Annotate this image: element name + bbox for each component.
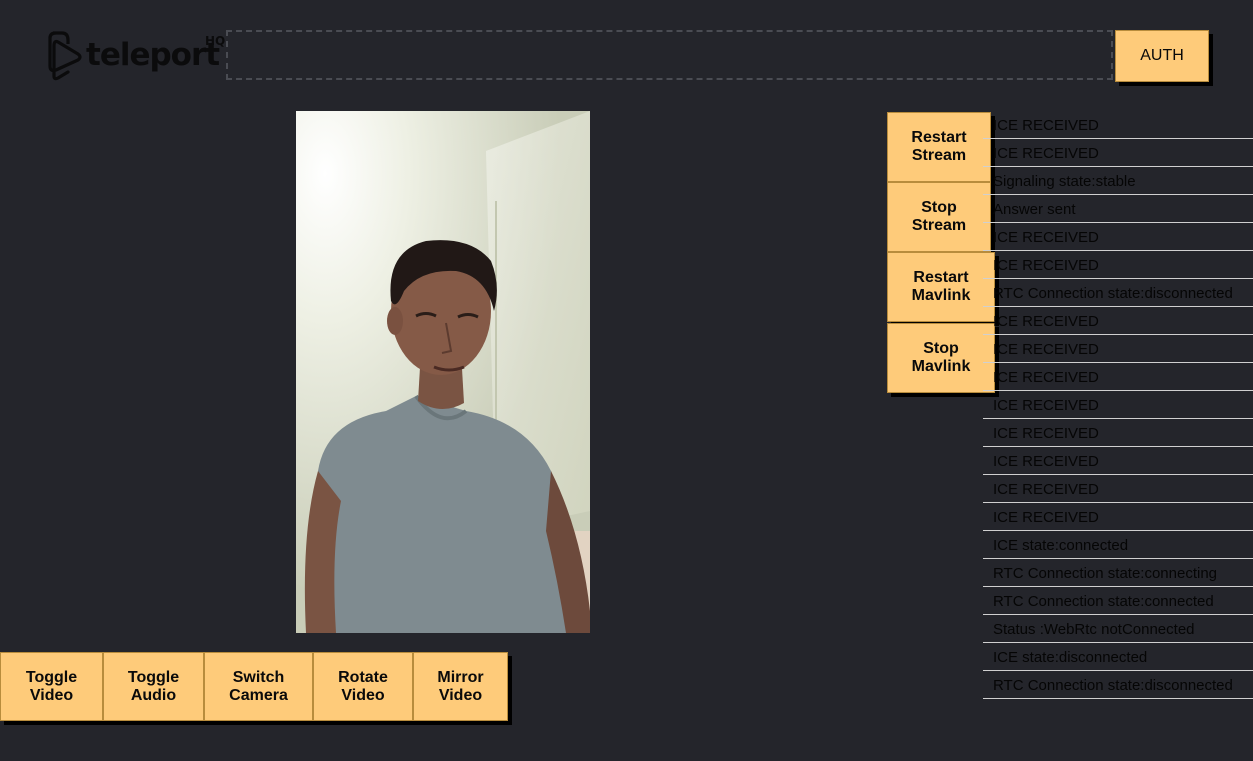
log-entry: RTC Connection state:disconnected [983,279,1253,307]
connection-log: ICE RECEIVED ICE RECEIVED Signaling stat… [983,111,1253,699]
log-entry: ICE RECEIVED [983,223,1253,251]
log-entry: ICE RECEIVED [983,419,1253,447]
log-entry: ICE RECEIVED [983,335,1253,363]
log-entry: ICE state:disconnected [983,643,1253,671]
log-entry: ICE RECEIVED [983,139,1253,167]
restart-stream-button[interactable]: Restart Stream [887,112,991,182]
log-entry: Signaling state:stable [983,167,1253,195]
switch-camera-button[interactable]: Switch Camera [204,652,313,721]
rotate-video-button[interactable]: Rotate Video [313,652,413,721]
log-entry: ICE RECEIVED [983,111,1253,139]
video-stream [296,111,590,633]
video-frame [296,111,590,633]
log-entry: Status :WebRtc notConnected [983,615,1253,643]
log-entry: ICE RECEIVED [983,475,1253,503]
stop-mavlink-button[interactable]: Stop Mavlink [887,323,995,393]
token-input-area[interactable] [226,30,1113,80]
log-entry: ICE RECEIVED [983,447,1253,475]
log-entry: ICE RECEIVED [983,503,1253,531]
log-entry: RTC Connection state:disconnected [983,671,1253,699]
log-entry: RTC Connection state:connecting [983,559,1253,587]
mirror-video-button[interactable]: Mirror Video [413,652,508,721]
log-entry: ICE RECEIVED [983,363,1253,391]
stop-stream-button[interactable]: Stop Stream [887,182,991,252]
log-entry: ICE RECEIVED [983,391,1253,419]
restart-mavlink-button[interactable]: Restart Mavlink [887,252,995,322]
log-entry: ICE RECEIVED [983,251,1253,279]
app-root: teleport HQ AUTH Restart Stream Stop Str… [0,0,1253,761]
teleport-logo: teleport HQ [44,30,225,82]
log-entry: RTC Connection state:connected [983,587,1253,615]
auth-button[interactable]: AUTH [1115,30,1209,82]
teleport-logo-icon [48,31,82,81]
log-entry: Answer sent [983,195,1253,223]
log-entry: ICE state:connected [983,531,1253,559]
logo-suffix: HQ [205,34,226,48]
toggle-video-button[interactable]: Toggle Video [0,652,103,721]
logo-text: teleport [86,37,220,73]
toggle-audio-button[interactable]: Toggle Audio [103,652,204,721]
log-entry: ICE RECEIVED [983,307,1253,335]
